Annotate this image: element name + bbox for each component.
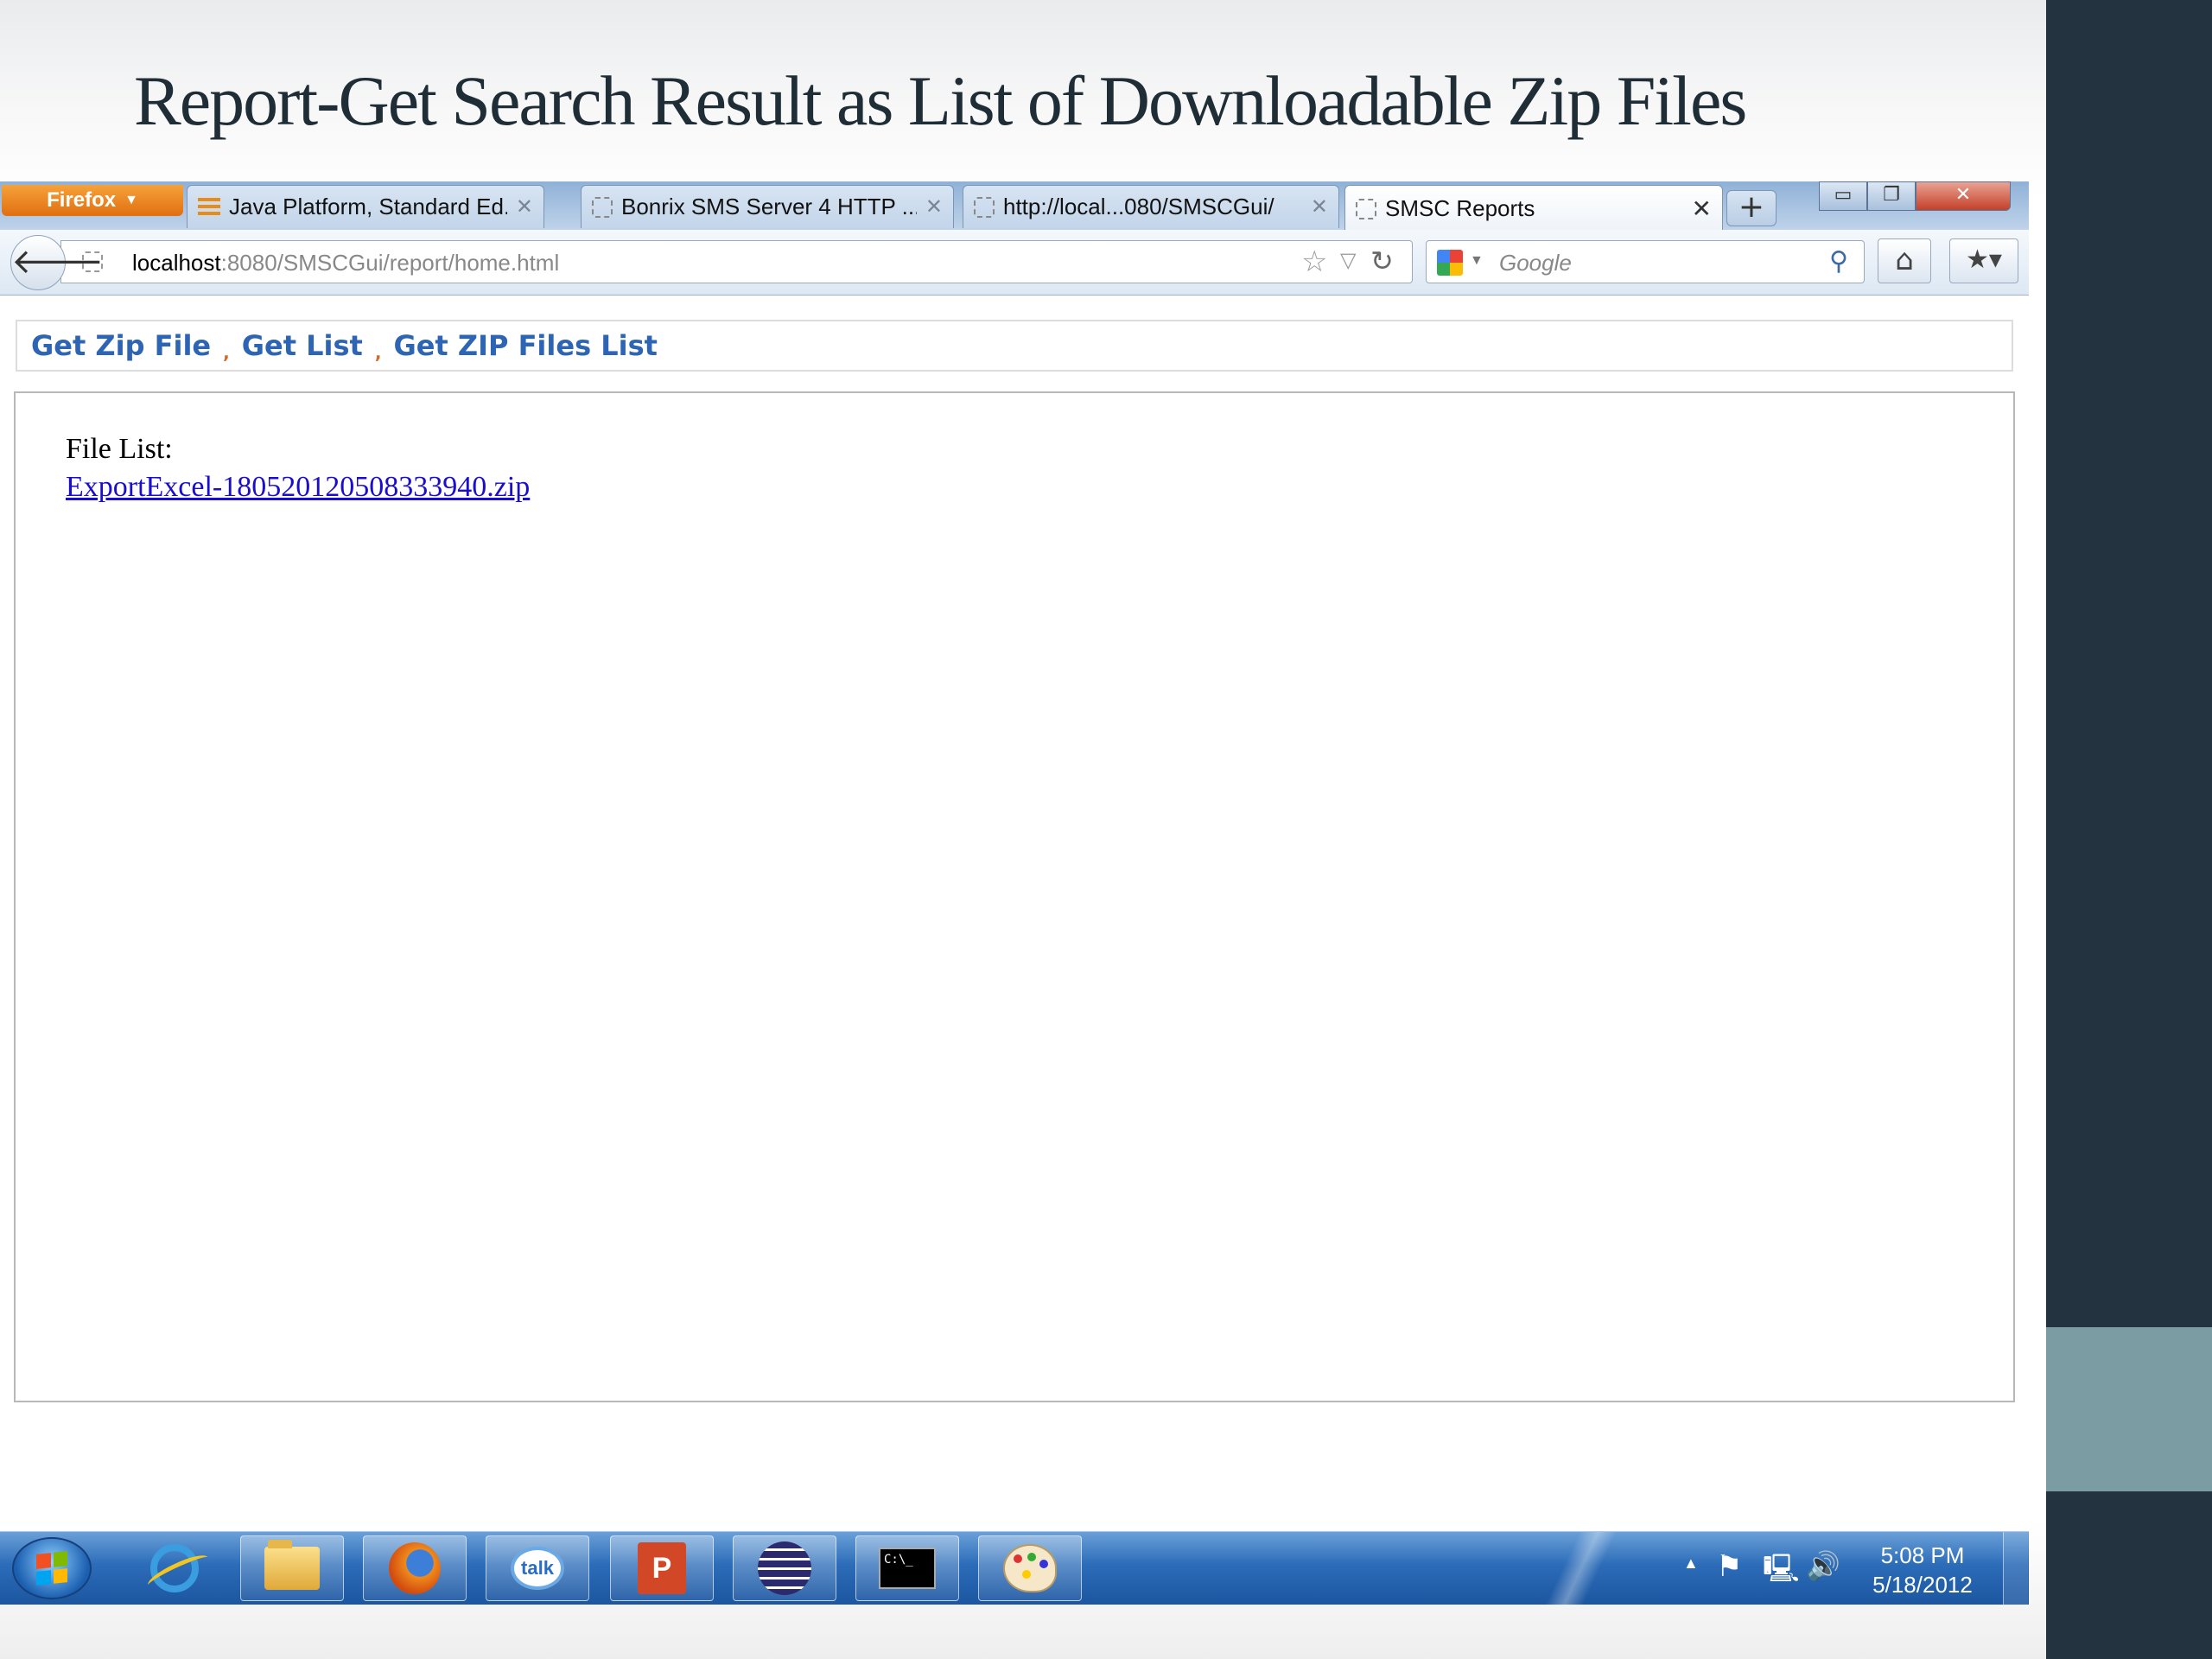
page-content: Get Zip File , Get List , Get ZIP Files …	[0, 296, 2029, 1533]
action-center-flag-icon[interactable]: ⚑	[1716, 1549, 1742, 1584]
file-list-label: File List:	[66, 433, 173, 465]
report-menu: Get Zip File , Get List , Get ZIP Files …	[16, 320, 2013, 372]
taskbar-command-prompt[interactable]: C:\_	[855, 1535, 959, 1601]
volume-icon[interactable]: 🔊	[1806, 1549, 1840, 1582]
restore-icon: ❐	[1883, 184, 1900, 206]
reload-icon[interactable]: ↻	[1370, 245, 1394, 277]
tab-localhost[interactable]: http://local...080/SMSCGui/ ✕	[963, 185, 1339, 228]
firefox-menu-label: Firefox	[47, 188, 117, 212]
google-icon[interactable]	[1437, 250, 1463, 276]
page-icon	[1356, 198, 1376, 219]
history-dropdown-icon[interactable]: ▽	[1340, 248, 1356, 273]
taskbar-firefox[interactable]	[363, 1535, 467, 1601]
minimize-icon: ▭	[1834, 184, 1853, 206]
paint-icon	[1003, 1544, 1057, 1592]
menu-separator: ,	[374, 342, 382, 363]
internet-explorer-icon	[150, 1544, 199, 1592]
tab-label: SMSC Reports	[1385, 195, 1535, 221]
cmd-label: C:\_	[884, 1553, 913, 1567]
back-button[interactable]: 🡐	[10, 235, 104, 290]
chevron-down-icon: ▼	[124, 193, 138, 207]
taskbar-sheen	[1503, 1532, 1659, 1605]
taskbar-internet-explorer[interactable]	[123, 1535, 226, 1601]
menu-get-list[interactable]: Get List	[242, 329, 363, 362]
folder-icon	[264, 1540, 320, 1590]
back-arrow-icon: 🡐	[11, 242, 105, 282]
address-url: localhost:8080/SMSCGui/report/home.html	[132, 250, 559, 276]
close-icon[interactable]: ✕	[925, 194, 943, 219]
bookmarks-button[interactable]: ★▾	[1949, 238, 2018, 283]
google-talk-icon: talk	[511, 1547, 564, 1590]
powerpoint-icon: P	[638, 1542, 686, 1594]
talk-label: talk	[521, 1557, 554, 1579]
page-icon	[974, 196, 995, 218]
taskbar-paint[interactable]	[978, 1535, 1082, 1601]
plus-icon: +	[1738, 189, 1765, 225]
close-icon: ✕	[1955, 184, 1972, 206]
tab-bonrix-sms[interactable]: Bonrix SMS Server 4 HTTP ... ✕	[581, 185, 954, 228]
tab-smsc-reports[interactable]: SMSC Reports ✕	[1344, 185, 1723, 232]
results-panel: File List: ExportExcel-18052012050833394…	[14, 391, 2015, 1402]
tab-java-platform[interactable]: Java Platform, Standard Ed... ✕	[187, 185, 544, 228]
zip-file-link[interactable]: ExportExcel-180520120508333940.zip	[66, 471, 530, 504]
menu-get-zip-file[interactable]: Get Zip File	[31, 329, 211, 362]
close-icon[interactable]: ✕	[1692, 194, 1712, 223]
address-host: localhost	[132, 250, 221, 276]
bookmarks-icon: ★▾	[1966, 245, 2002, 275]
restore-button[interactable]: ❐	[1867, 181, 1916, 211]
show-desktop-button[interactable]	[2003, 1532, 2028, 1605]
system-clock[interactable]: 5:08 PM 5/18/2012	[1866, 1541, 1979, 1599]
show-hidden-icons-icon[interactable]: ▲	[1683, 1554, 1699, 1573]
menu-separator: ,	[223, 342, 230, 363]
tab-label: Java Platform, Standard Ed...	[229, 194, 507, 219]
eclipse-icon	[758, 1541, 811, 1595]
menu-get-zip-files-list[interactable]: Get ZIP Files List	[393, 329, 658, 362]
start-button[interactable]	[12, 1537, 92, 1599]
chevron-down-icon[interactable]: ▼	[1470, 253, 1484, 269]
window-controls: ▭ ❐ ✕	[1819, 181, 2011, 213]
taskbar-google-talk[interactable]: talk	[486, 1535, 589, 1601]
minimize-button[interactable]: ▭	[1819, 181, 1867, 211]
new-tab-button[interactable]: +	[1726, 190, 1777, 226]
clock-time: 5:08 PM	[1880, 1542, 1965, 1568]
search-bar[interactable]: ▼ Google ⚲	[1426, 240, 1865, 283]
window-close-button[interactable]: ✕	[1916, 181, 2011, 211]
home-icon: ⌂	[1895, 243, 1914, 277]
navigation-toolbar: localhost:8080/SMSCGui/report/home.html …	[0, 230, 2029, 296]
taskbar-windows-explorer[interactable]	[240, 1535, 344, 1601]
taskbar-powerpoint[interactable]: P	[610, 1535, 714, 1601]
ppt-letter: P	[652, 1551, 672, 1585]
close-icon[interactable]: ✕	[1311, 194, 1328, 219]
browser-window: Firefox ▼ Java Platform, Standard Ed... …	[0, 181, 2029, 1533]
command-prompt-icon: C:\_	[879, 1548, 936, 1589]
slide-title: Report-Get Search Result as List of Down…	[134, 61, 1747, 140]
search-input[interactable]: Google	[1499, 250, 1572, 276]
taskbar-eclipse[interactable]	[733, 1535, 836, 1601]
windows-taskbar: talk P C:\_ ▲ ⚑ 🖳 🔊 5:08 PM 5/18/2012	[0, 1531, 2029, 1605]
address-path: :8080/SMSCGui/report/home.html	[220, 250, 560, 276]
windows-logo-icon	[36, 1551, 67, 1586]
home-button[interactable]: ⌂	[1878, 238, 1931, 283]
java-icon	[198, 197, 220, 217]
tab-label: http://local...080/SMSCGui/	[1003, 194, 1274, 219]
slide-side-accent	[2046, 1327, 2212, 1491]
address-bar[interactable]: localhost:8080/SMSCGui/report/home.html …	[60, 240, 1413, 283]
clock-date: 5/18/2012	[1872, 1572, 1973, 1598]
system-tray: ▲ ⚑ 🖳 🔊 5:08 PM 5/18/2012	[1668, 1532, 2029, 1605]
tab-strip: Firefox ▼ Java Platform, Standard Ed... …	[0, 181, 2029, 232]
firefox-icon	[389, 1542, 441, 1594]
page-icon	[592, 196, 613, 218]
network-icon[interactable]: 🖳	[1763, 1549, 1800, 1596]
search-icon[interactable]: ⚲	[1829, 246, 1848, 276]
bookmark-star-icon[interactable]: ☆	[1301, 245, 1327, 279]
firefox-menu-button[interactable]: Firefox ▼	[2, 185, 183, 216]
close-icon[interactable]: ✕	[516, 194, 533, 219]
tab-label: Bonrix SMS Server 4 HTTP ...	[621, 194, 917, 219]
